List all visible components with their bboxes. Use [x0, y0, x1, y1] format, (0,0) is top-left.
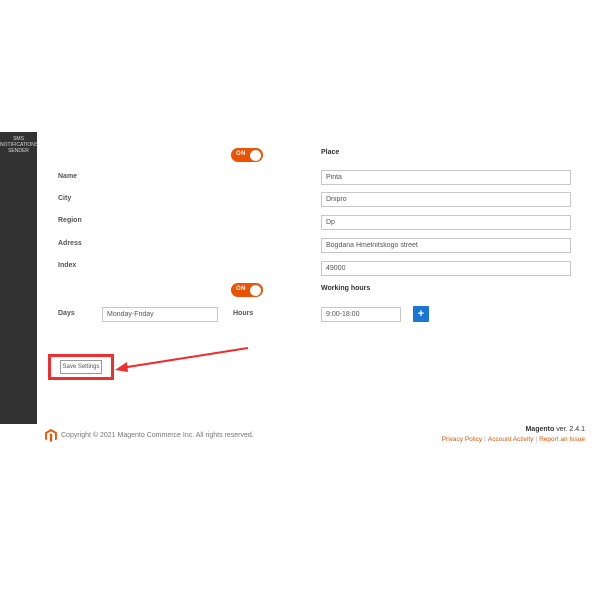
save-settings-button[interactable]: Save Settings	[60, 360, 102, 374]
hours-toggle[interactable]: ON	[231, 283, 263, 297]
sidebar-menu-item[interactable]: SMS NOTIFICATIONS SENDER	[0, 132, 37, 154]
days-input[interactable]	[102, 307, 218, 322]
footer-links: Privacy Policy|Account Activity|Report a…	[442, 436, 585, 443]
hours-input[interactable]	[321, 307, 401, 322]
index-label: Index	[58, 262, 76, 269]
index-input[interactable]	[321, 261, 571, 276]
city-label: City	[58, 195, 71, 202]
region-label: Region	[58, 217, 82, 224]
add-hours-button[interactable]: +	[413, 306, 429, 322]
days-label: Days	[58, 310, 75, 317]
adress-label: Adress	[58, 240, 82, 247]
magento-logo-icon	[45, 429, 57, 443]
admin-sidebar: SMS NOTIFICATIONS SENDER	[0, 132, 37, 424]
admin-footer: Copyright © 2021 Magento Commerce Inc. A…	[37, 426, 587, 448]
account-activity-link[interactable]: Account Activity	[488, 436, 534, 443]
name-input[interactable]	[321, 170, 571, 185]
report-issue-link[interactable]: Report an Issue	[539, 436, 585, 443]
footer-copyright: Copyright © 2021 Magento Commerce Inc. A…	[61, 432, 254, 439]
place-section-title: Place	[321, 149, 339, 156]
hours-label: Hours	[233, 310, 253, 317]
region-input[interactable]	[321, 215, 571, 230]
name-label: Name	[58, 173, 77, 180]
footer-version: Magento ver. 2.4.1	[442, 426, 585, 433]
callout-arrow	[113, 345, 253, 375]
place-toggle[interactable]: ON	[231, 148, 263, 162]
adress-input[interactable]	[321, 238, 571, 253]
working-hours-section-title: Working hours	[321, 285, 370, 292]
privacy-policy-link[interactable]: Privacy Policy	[442, 436, 482, 443]
city-input[interactable]	[321, 192, 571, 207]
